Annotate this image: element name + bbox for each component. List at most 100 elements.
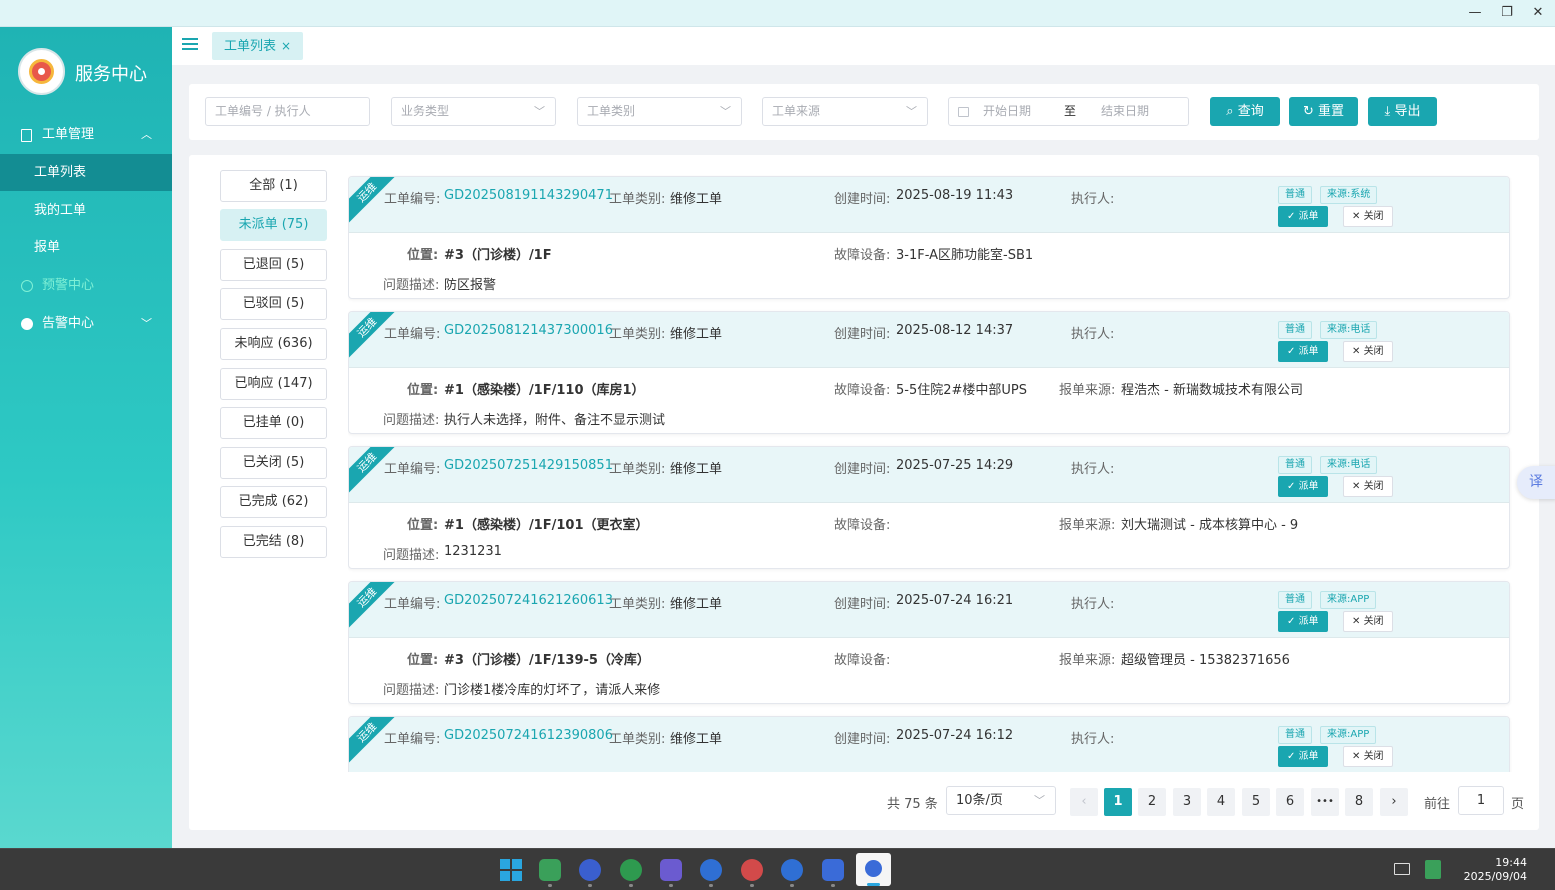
close-order-button[interactable]: ✕ 关闭 xyxy=(1343,341,1393,362)
status-filter-unresponded[interactable]: 未响应 (636) xyxy=(220,328,327,360)
app-icon[interactable] xyxy=(822,859,844,881)
status-filter-rejected[interactable]: 已驳回 (5) xyxy=(220,288,327,320)
sidebar-item-report[interactable]: 报单 xyxy=(0,229,172,266)
description-label: 问题描述: xyxy=(383,683,440,698)
order-card[interactable]: 运维 工单编号: GD202508121437300016 工单类别: 维修工单… xyxy=(348,311,1510,434)
start-date-placeholder[interactable]: 开始日期 xyxy=(983,104,1031,118)
search-button[interactable]: ⌕ 查询 xyxy=(1210,97,1280,126)
minimize-icon[interactable]: — xyxy=(1465,4,1485,22)
order-card[interactable]: 运维 工单编号: GD202508191143290471 工单类别: 维修工单… xyxy=(348,176,1510,299)
business-type-select[interactable]: 业务类型 ﹀ xyxy=(391,97,556,126)
restore-icon[interactable]: ❐ xyxy=(1497,4,1517,22)
order-search-input[interactable]: 工单编号 / 执行人 xyxy=(205,97,370,126)
page-size-select[interactable]: 10条/页 ﹀ xyxy=(946,786,1056,815)
status-filter-completed[interactable]: 已完成 (62) xyxy=(220,486,327,518)
close-icon[interactable]: ✕ xyxy=(1528,4,1548,22)
page-button[interactable]: 1 xyxy=(1104,788,1132,816)
page-button[interactable]: 8 xyxy=(1345,788,1373,816)
dispatch-button[interactable]: ✓ 派单 xyxy=(1278,476,1328,497)
order-no-link[interactable]: GD202507251429150851 xyxy=(444,458,613,473)
nav-group-warning[interactable]: 预警中心 xyxy=(0,267,172,305)
mail-icon[interactable] xyxy=(1394,863,1410,875)
order-card[interactable]: 运维 工单编号: GD202507241621260613 工单类别: 维修工单… xyxy=(348,581,1510,704)
status-filter-closed[interactable]: 已关闭 (5) xyxy=(220,447,327,479)
page-button[interactable]: 6 xyxy=(1276,788,1304,816)
close-icon[interactable]: × xyxy=(281,39,291,53)
app-icon[interactable] xyxy=(539,859,561,881)
status-filter-all[interactable]: 全部 (1) xyxy=(220,170,327,202)
alarm-icon xyxy=(21,318,33,330)
dispatch-button[interactable]: ✓ 派单 xyxy=(1278,341,1328,362)
order-no-link[interactable]: GD202508121437300016 xyxy=(444,323,613,338)
dispatch-button[interactable]: ✓ 派单 xyxy=(1278,206,1328,227)
app-icon[interactable] xyxy=(660,859,682,881)
end-date-placeholder[interactable]: 结束日期 xyxy=(1101,98,1149,125)
status-filter-suspended[interactable]: 已挂单 (0) xyxy=(220,407,327,439)
priority-tag: 普通 xyxy=(1278,186,1312,204)
device-label: 故障设备: xyxy=(834,653,891,668)
page-button[interactable]: 5 xyxy=(1242,788,1270,816)
order-no-link[interactable]: GD202508191143290471 xyxy=(444,188,613,203)
sidebar-item-my-orders[interactable]: 我的工单 xyxy=(0,192,172,229)
reporter-label: 报单来源: xyxy=(1059,518,1116,533)
close-order-button[interactable]: ✕ 关闭 xyxy=(1343,476,1393,497)
order-card-list[interactable]: 运维 工单编号: GD202508191143290471 工单类别: 维修工单… xyxy=(348,175,1512,772)
app-icon[interactable] xyxy=(741,859,763,881)
nav-group-label: 预警中心 xyxy=(42,278,95,293)
order-card[interactable]: 运维 工单编号: GD202507251429150851 工单类别: 维修工单… xyxy=(348,446,1510,569)
reset-button[interactable]: ↻ 重置 xyxy=(1289,97,1358,126)
check-icon: ✓ xyxy=(1287,751,1299,762)
status-filter-finished[interactable]: 已完结 (8) xyxy=(220,526,327,558)
page-button[interactable]: 2 xyxy=(1138,788,1166,816)
location-value: #3（门诊楼）/1F xyxy=(444,248,552,263)
sidebar-item-order-list[interactable]: 工单列表 xyxy=(0,154,172,191)
order-category-select[interactable]: 工单类别 ﹀ xyxy=(577,97,742,126)
close-order-button[interactable]: ✕ 关闭 xyxy=(1343,611,1393,632)
close-order-button[interactable]: ✕ 关闭 xyxy=(1343,746,1393,767)
close-icon: ✕ xyxy=(1352,616,1364,627)
more-pages-button[interactable]: ••• xyxy=(1311,788,1339,816)
source-tag: 来源:电话 xyxy=(1320,456,1378,474)
tab-order-list[interactable]: 工单列表 × xyxy=(212,32,304,60)
page-button[interactable]: 4 xyxy=(1207,788,1235,816)
system-clock[interactable]: 19:44 2025/09/04 xyxy=(1464,856,1527,884)
app-tray-icon[interactable] xyxy=(1425,860,1441,879)
shield-icon[interactable] xyxy=(781,859,803,881)
status-filter-unassigned[interactable]: 未派单 (75) xyxy=(220,209,327,241)
order-card[interactable]: 运维 工单编号: GD202507241612390806 工单类别: 维修工单… xyxy=(348,716,1510,772)
shield-icon[interactable] xyxy=(700,859,722,881)
status-filter-responded[interactable]: 已响应 (147) xyxy=(220,368,327,400)
status-filter-returned[interactable]: 已退回 (5) xyxy=(220,249,327,281)
button-label: 关闭 xyxy=(1363,481,1384,492)
order-list-panel: 全部 (1) 未派单 (75) 已退回 (5) 已驳回 (5) 未响应 (636… xyxy=(189,155,1539,830)
translate-button[interactable]: 译 xyxy=(1517,466,1555,499)
goto-page-input[interactable]: 1 xyxy=(1458,786,1504,815)
check-icon: ✓ xyxy=(1287,211,1299,222)
order-no-link[interactable]: GD202507241612390806 xyxy=(444,728,613,743)
dispatch-button[interactable]: ✓ 派单 xyxy=(1278,611,1328,632)
menu-toggle-icon[interactable] xyxy=(182,38,198,52)
active-app-icon[interactable] xyxy=(856,853,891,886)
location-value: #3（门诊楼）/1F/139-5（冷库） xyxy=(444,653,650,668)
app-icon[interactable] xyxy=(579,859,601,881)
app-icon[interactable] xyxy=(620,859,642,881)
order-source-select[interactable]: 工单来源 ﹀ xyxy=(762,97,928,126)
executor-label: 执行人: xyxy=(1071,732,1115,747)
close-order-button[interactable]: ✕ 关闭 xyxy=(1343,206,1393,227)
start-icon[interactable] xyxy=(500,859,522,881)
date-range-picker[interactable]: 开始日期 至 结束日期 xyxy=(948,97,1189,126)
category-label: 工单类别: xyxy=(609,327,666,342)
order-card-header: 运维 工单编号: GD202507241612390806 工单类别: 维修工单… xyxy=(349,717,1509,772)
next-page-button[interactable]: › xyxy=(1380,788,1408,816)
nav-group-alarm[interactable]: 告警中心 ﹀ xyxy=(0,305,172,343)
order-no-label: 工单编号: xyxy=(384,462,441,477)
window-titlebar: — ❐ ✕ xyxy=(0,0,1555,27)
dispatch-button[interactable]: ✓ 派单 xyxy=(1278,746,1328,767)
warning-icon xyxy=(21,280,33,292)
order-no-link[interactable]: GD202507241621260613 xyxy=(444,593,613,608)
prev-page-button[interactable]: ‹ xyxy=(1070,788,1098,816)
export-button[interactable]: ⤓ 导出 xyxy=(1368,97,1437,126)
nav-group-orders[interactable]: 工单管理 ︿ xyxy=(0,116,172,154)
device-label: 故障设备: xyxy=(834,518,891,533)
page-button[interactable]: 3 xyxy=(1173,788,1201,816)
